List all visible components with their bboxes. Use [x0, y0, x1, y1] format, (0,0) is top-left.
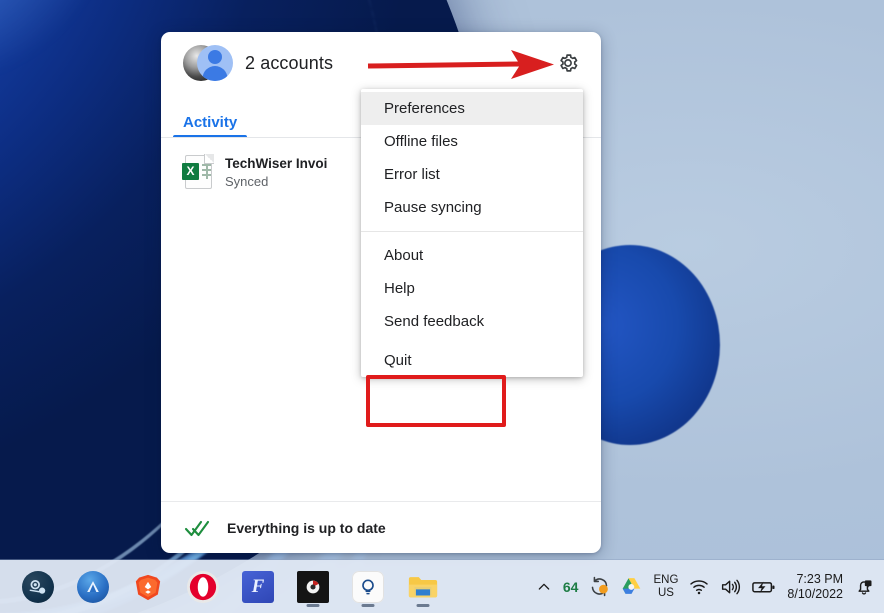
- taskbar-app-dark-red-app[interactable]: [293, 565, 333, 609]
- tab-activity-label: Activity: [183, 114, 238, 131]
- menu-item-offline-files[interactable]: Offline files: [361, 125, 583, 158]
- menu-item-quit[interactable]: Quit: [361, 344, 583, 377]
- taskbar: F 64 ENG US 7:23 PM 8/10/2022: [0, 560, 884, 613]
- google-drive-icon[interactable]: [621, 577, 642, 596]
- language-indicator[interactable]: ENG US: [653, 574, 678, 600]
- taskbar-app-opera-browser[interactable]: [183, 565, 223, 609]
- taskbar-app-brave-browser[interactable]: [128, 565, 168, 609]
- battery-charging-icon[interactable]: [752, 579, 776, 595]
- tab-activity[interactable]: Activity: [173, 114, 248, 138]
- taskbar-app-steam[interactable]: [18, 565, 58, 609]
- avatar-person: [197, 45, 233, 81]
- menu-separator: [361, 231, 583, 232]
- wifi-icon[interactable]: [689, 578, 709, 596]
- file-name: TechWiser Invoi: [225, 155, 328, 171]
- clock[interactable]: 7:23 PM 8/10/2022: [787, 572, 843, 602]
- panel-header: 2 accounts: [161, 32, 601, 94]
- language-line1: ENG: [653, 573, 679, 586]
- language-line2: US: [657, 586, 674, 599]
- clock-time: 7:23 PM: [796, 571, 843, 586]
- taskbar-running-indicator: [361, 603, 375, 607]
- chevron-up-icon[interactable]: [536, 579, 552, 595]
- menu-item-about[interactable]: About: [361, 239, 583, 272]
- gear-icon[interactable]: [553, 48, 583, 78]
- tray-counter[interactable]: 64: [563, 579, 579, 595]
- clock-date: 8/10/2022: [787, 586, 843, 601]
- avatar-group[interactable]: [183, 43, 237, 83]
- menu-item-preferences[interactable]: Preferences: [361, 92, 583, 125]
- double-check-icon: [184, 518, 211, 538]
- sync-icon[interactable]: [589, 576, 610, 597]
- taskbar-app-f-app[interactable]: F: [238, 565, 278, 609]
- taskbar-app-blue-circle-app[interactable]: [73, 565, 113, 609]
- taskbar-running-indicator: [416, 603, 430, 607]
- taskbar-running-indicator: [306, 603, 320, 607]
- panel-footer: Everything is up to date: [161, 501, 601, 553]
- sync-status-text: Everything is up to date: [227, 519, 386, 536]
- menu-item-help[interactable]: Help: [361, 272, 583, 305]
- system-tray: 64 ENG US 7:23 PM 8/10/2022: [536, 572, 884, 602]
- notification-bell-icon[interactable]: [854, 577, 874, 597]
- sheets-file-icon: X: [182, 154, 214, 189]
- taskbar-app-file-explorer[interactable]: [403, 565, 443, 609]
- menu-item-error-list[interactable]: Error list: [361, 158, 583, 191]
- account-label: 2 accounts: [245, 52, 334, 73]
- file-status: Synced: [225, 173, 269, 189]
- settings-context-menu: Preferences Offline files Error list Pau…: [361, 89, 583, 377]
- taskbar-apps: F: [0, 565, 443, 609]
- menu-item-pause-syncing[interactable]: Pause syncing: [361, 191, 583, 224]
- volume-icon[interactable]: [720, 578, 741, 596]
- taskbar-app-light-q-app[interactable]: [348, 565, 388, 609]
- menu-item-send-feedback[interactable]: Send feedback: [361, 305, 583, 338]
